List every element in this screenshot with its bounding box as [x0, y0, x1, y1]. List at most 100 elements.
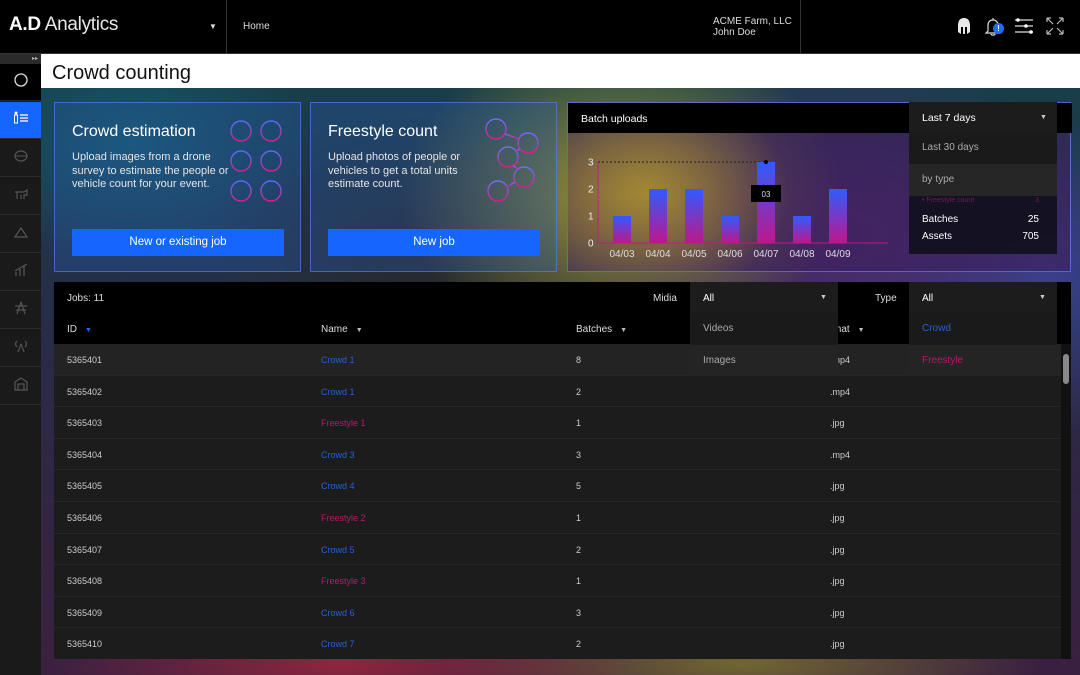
scrollbar-thumb[interactable] — [1063, 354, 1069, 384]
account-info[interactable]: ACME Farm, LLC John Doe — [713, 16, 792, 38]
sliders-icon[interactable] — [1013, 15, 1035, 37]
account-org: ACME Farm, LLC — [713, 16, 792, 27]
sidebar-expand-toggle[interactable]: ▸▸ — [0, 54, 41, 64]
sidebar-item-antenna[interactable] — [0, 330, 41, 367]
cell-name-link[interactable]: Freestyle 2 — [321, 513, 366, 523]
freestyle-count-illustration-icon — [485, 118, 539, 202]
table-row[interactable]: 5365409 Crowd 6 3 .jpg — [54, 597, 1061, 629]
stat-label: Assets — [922, 231, 953, 242]
y-tick-label: 0 — [588, 239, 594, 250]
sort-icon[interactable]: ▼ — [356, 327, 363, 334]
bar-04-04[interactable] — [649, 189, 667, 243]
table-row[interactable]: 5365403 Freestyle 1 1 .jpg — [54, 407, 1061, 439]
tooltip-value: 03 — [762, 190, 771, 199]
date-range-select[interactable]: Last 7 days ▼ — [909, 102, 1057, 132]
cell-id: 5365404 — [67, 449, 103, 460]
table-scrollbar[interactable] — [1061, 344, 1071, 659]
card-title: Crowd estimation — [72, 123, 196, 140]
highlight-marker — [764, 160, 768, 164]
media-filter-select[interactable]: All ▼ — [690, 282, 838, 313]
sidebar-item-home[interactable] — [0, 64, 41, 101]
table-row[interactable]: 5365404 Crowd 3 3 .mp4 — [54, 439, 1061, 471]
drone-icon — [13, 148, 29, 169]
notification-badge: ! — [993, 23, 1004, 34]
media-filter-option[interactable]: Videos — [690, 313, 838, 344]
cell-id: 5365409 — [67, 607, 103, 618]
sidebar-item-growth[interactable] — [0, 254, 41, 291]
type-filter-select[interactable]: All ▼ — [909, 282, 1057, 313]
cell-name-link[interactable]: Crowd 1 — [321, 355, 355, 365]
nav-home-link[interactable]: Home — [243, 21, 270, 32]
bar-04-07[interactable] — [757, 162, 775, 243]
column-header-batches[interactable]: Batches ▼ — [576, 324, 627, 335]
divider — [226, 0, 227, 54]
date-range-dropdown[interactable]: Last 7 days ▼ Last 30 days by type • Fre… — [909, 102, 1057, 254]
new-or-existing-job-button[interactable]: New or existing job — [72, 229, 284, 256]
x-tick-label: 04/08 — [789, 249, 814, 260]
date-range-option[interactable]: Last 30 days — [909, 132, 1057, 164]
media-filter-dropdown[interactable]: All ▼ Videos Images — [690, 282, 838, 376]
cell-name-link[interactable]: Crowd 5 — [321, 545, 355, 555]
app-switcher-caret-icon[interactable]: ▼ — [209, 22, 217, 31]
barn-icon — [13, 376, 29, 397]
bar-04-09[interactable] — [829, 189, 847, 243]
sidebar-item-terrain[interactable] — [0, 216, 41, 253]
cell-format: .mp4 — [830, 449, 851, 460]
cell-name-link[interactable]: Crowd 3 — [321, 450, 355, 460]
table-row[interactable]: 5365405 Crowd 4 5 .jpg — [54, 470, 1061, 502]
cell-batches: 1 — [576, 418, 582, 429]
table-row[interactable]: 5365406 Freestyle 2 1 .jpg — [54, 502, 1061, 534]
bar-04-08[interactable] — [793, 216, 811, 243]
y-tick-label: 2 — [588, 185, 594, 196]
cell-id: 5365402 — [67, 386, 103, 397]
date-range-option[interactable]: by type — [909, 164, 1057, 196]
cell-name-link[interactable]: Crowd 6 — [321, 608, 355, 618]
cell-name-link[interactable]: Crowd 7 — [321, 639, 355, 649]
column-header-id[interactable]: ID ▼ — [67, 324, 92, 335]
cell-format: .jpg — [830, 544, 845, 555]
sort-icon[interactable]: ▼ — [620, 327, 627, 334]
sidebar-item-barn[interactable] — [0, 368, 41, 405]
bar-04-05[interactable] — [685, 189, 703, 243]
cell-name-link[interactable]: Freestyle 3 — [321, 576, 366, 586]
cell-name-link[interactable]: Crowd 1 — [321, 387, 355, 397]
cell-format: .jpg — [830, 418, 845, 429]
media-filter-option[interactable]: Images — [690, 345, 838, 376]
app-logo[interactable]: A.D Analytics — [9, 14, 118, 36]
sidebar-item-tower[interactable] — [0, 292, 41, 329]
table-row[interactable]: 5365410 Crowd 7 2 .jpg — [54, 628, 1061, 659]
table-row[interactable]: 5365402 Crowd 1 2 .mp4 — [54, 376, 1061, 408]
media-filter-value: All — [703, 293, 715, 304]
sort-icon[interactable]: ▼ — [85, 327, 92, 334]
card-title: Freestyle count — [328, 123, 438, 140]
x-tick-label: 04/07 — [753, 249, 778, 260]
chart-title: Batch uploads — [581, 113, 648, 125]
x-tick-label: 04/03 — [609, 249, 634, 260]
sidebar-item-crowd-counting[interactable] — [0, 102, 41, 139]
cell-name-link[interactable]: Freestyle 1 — [321, 418, 366, 428]
sidebar-item-livestock[interactable] — [0, 178, 41, 215]
stat-value: 3 — [1035, 197, 1039, 204]
helmet-icon[interactable] — [953, 15, 975, 37]
new-job-button[interactable]: New job — [328, 229, 540, 256]
type-filter-dropdown[interactable]: All ▼ Crowd Freestyle — [909, 282, 1057, 376]
cell-format: .jpg — [830, 576, 845, 587]
type-filter-value: All — [922, 293, 934, 304]
table-row[interactable]: 5365408 Freestyle 3 1 .jpg — [54, 565, 1061, 597]
bar-04-06[interactable] — [721, 216, 739, 243]
bar-04-03[interactable] — [613, 216, 631, 243]
sidebar-item-drone[interactable] — [0, 140, 41, 177]
type-filter-option-freestyle[interactable]: Freestyle — [909, 345, 1057, 376]
table-row[interactable]: 5365407 Crowd 5 2 .jpg — [54, 534, 1061, 566]
cell-batches: 3 — [576, 449, 582, 460]
chevron-down-icon: ▼ — [820, 294, 827, 301]
x-tick-label: 04/09 — [825, 249, 850, 260]
column-header-name[interactable]: Name ▼ — [321, 324, 363, 335]
type-filter-option-crowd[interactable]: Crowd — [909, 313, 1057, 344]
stat-batches: Batches 25 — [922, 214, 1039, 225]
cell-name-link[interactable]: Crowd 4 — [321, 481, 355, 491]
cell-format: .mp4 — [830, 386, 851, 397]
sort-icon[interactable]: ▼ — [858, 327, 865, 334]
page-title: Crowd counting — [52, 62, 191, 84]
expand-icon[interactable] — [1044, 15, 1066, 37]
